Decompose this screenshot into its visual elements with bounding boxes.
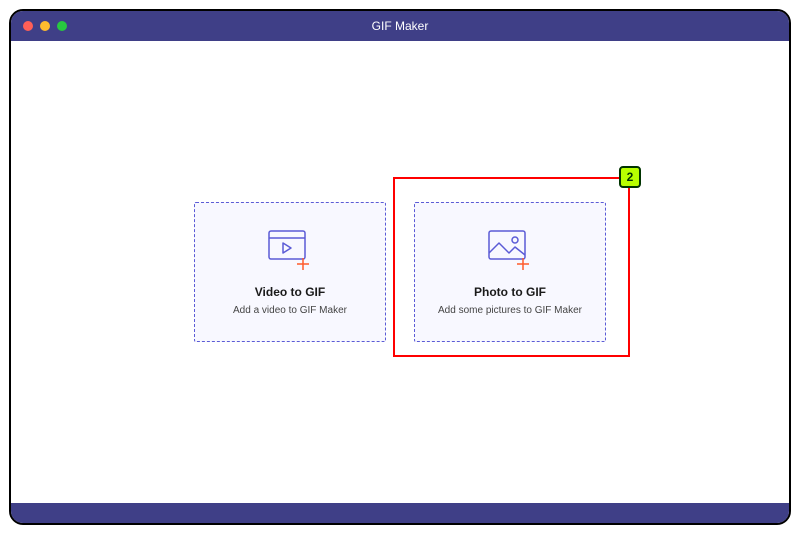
video-to-gif-card[interactable]: Video to GIF Add a video to GIF Maker (194, 202, 386, 342)
annotation-badge: 2 (619, 166, 641, 188)
app-window: GIF Maker Video to GIF Add a video to GI… (9, 9, 791, 525)
traffic-lights (23, 21, 67, 31)
video-card-title: Video to GIF (255, 285, 325, 299)
photo-to-gif-card[interactable]: Photo to GIF Add some pictures to GIF Ma… (414, 202, 606, 342)
video-add-icon (267, 229, 313, 271)
close-button[interactable] (23, 21, 33, 31)
photo-card-title: Photo to GIF (474, 285, 546, 299)
video-card-subtitle: Add a video to GIF Maker (233, 305, 347, 316)
photo-add-icon (487, 229, 533, 271)
maximize-button[interactable] (57, 21, 67, 31)
bottombar (11, 503, 789, 523)
minimize-button[interactable] (40, 21, 50, 31)
titlebar: GIF Maker (11, 11, 789, 41)
photo-card-subtitle: Add some pictures to GIF Maker (438, 305, 582, 316)
window-title: GIF Maker (372, 19, 429, 33)
content-area: Video to GIF Add a video to GIF Maker Ph… (11, 41, 789, 503)
